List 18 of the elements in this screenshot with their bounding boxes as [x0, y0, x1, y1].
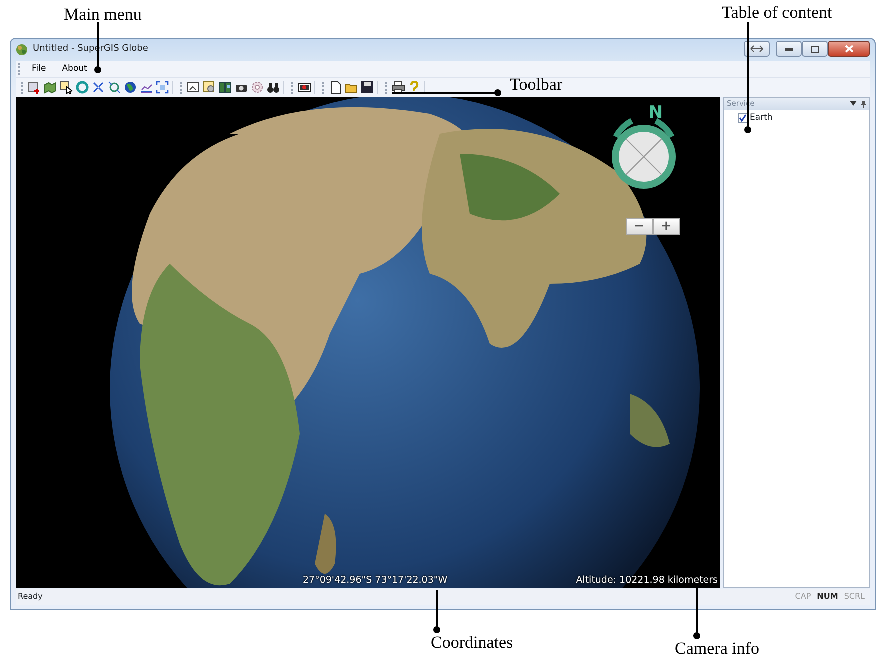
key-indicator: NUM	[816, 591, 840, 603]
coordinates-text: 27°09'42.96"S 73°17'22.03"W	[303, 574, 448, 588]
callout-label: Camera info	[675, 640, 760, 657]
layer-name[interactable]: Earth	[750, 112, 773, 125]
callout-label: Main menu	[64, 6, 142, 23]
zoom-out-button[interactable]: −	[626, 218, 653, 235]
callout-label: Table of content	[722, 4, 832, 21]
menu-item[interactable]: About	[56, 62, 94, 76]
key-indicator: CAP	[794, 591, 812, 603]
altitude-text: Altitude: 10221.98 kilometers	[576, 574, 718, 588]
zoom-in-button[interactable]: +	[653, 218, 680, 235]
callout-label: Coordinates	[431, 634, 514, 651]
menu-item[interactable]: File	[26, 62, 52, 76]
callout-label: Toolbar	[510, 76, 563, 93]
compass-label: N	[648, 105, 664, 122]
globe-viewport[interactable]: N − + 27°09'42.96"S 73°17'22.03"W Altitude: 10221.98 kilometers	[16, 97, 720, 588]
key-indicator: SCRL	[843, 591, 866, 603]
status-text: Ready	[18, 591, 43, 603]
